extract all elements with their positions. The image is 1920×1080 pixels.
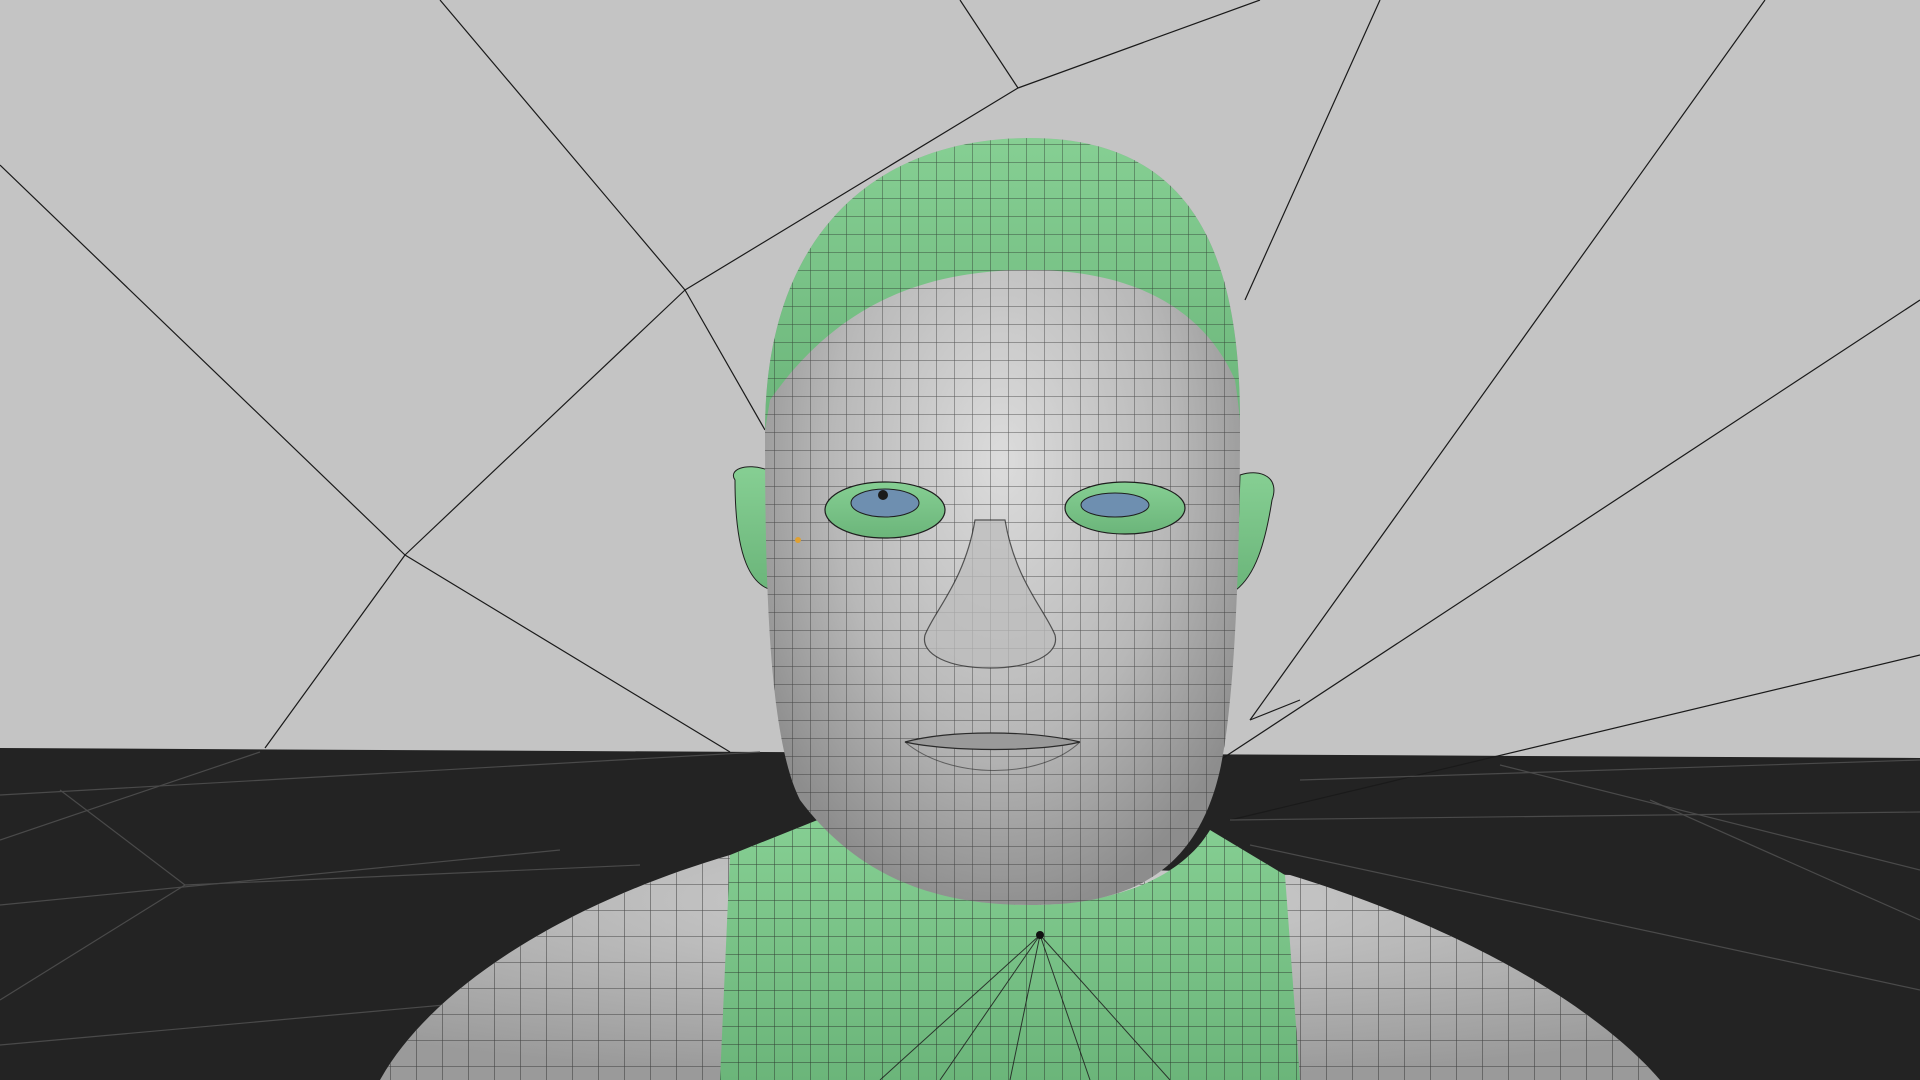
neck-vertex-point[interactable] bbox=[1036, 931, 1044, 939]
head-mesh[interactable] bbox=[760, 130, 1250, 910]
right-eye-selection[interactable] bbox=[1064, 481, 1186, 535]
right-iris bbox=[1080, 492, 1150, 518]
left-pupil bbox=[878, 490, 888, 500]
vertex-marker[interactable] bbox=[795, 537, 801, 543]
3d-viewport[interactable] bbox=[0, 0, 1920, 1080]
viewport-scene[interactable] bbox=[0, 0, 1920, 1080]
left-eye-selection[interactable] bbox=[824, 481, 946, 539]
